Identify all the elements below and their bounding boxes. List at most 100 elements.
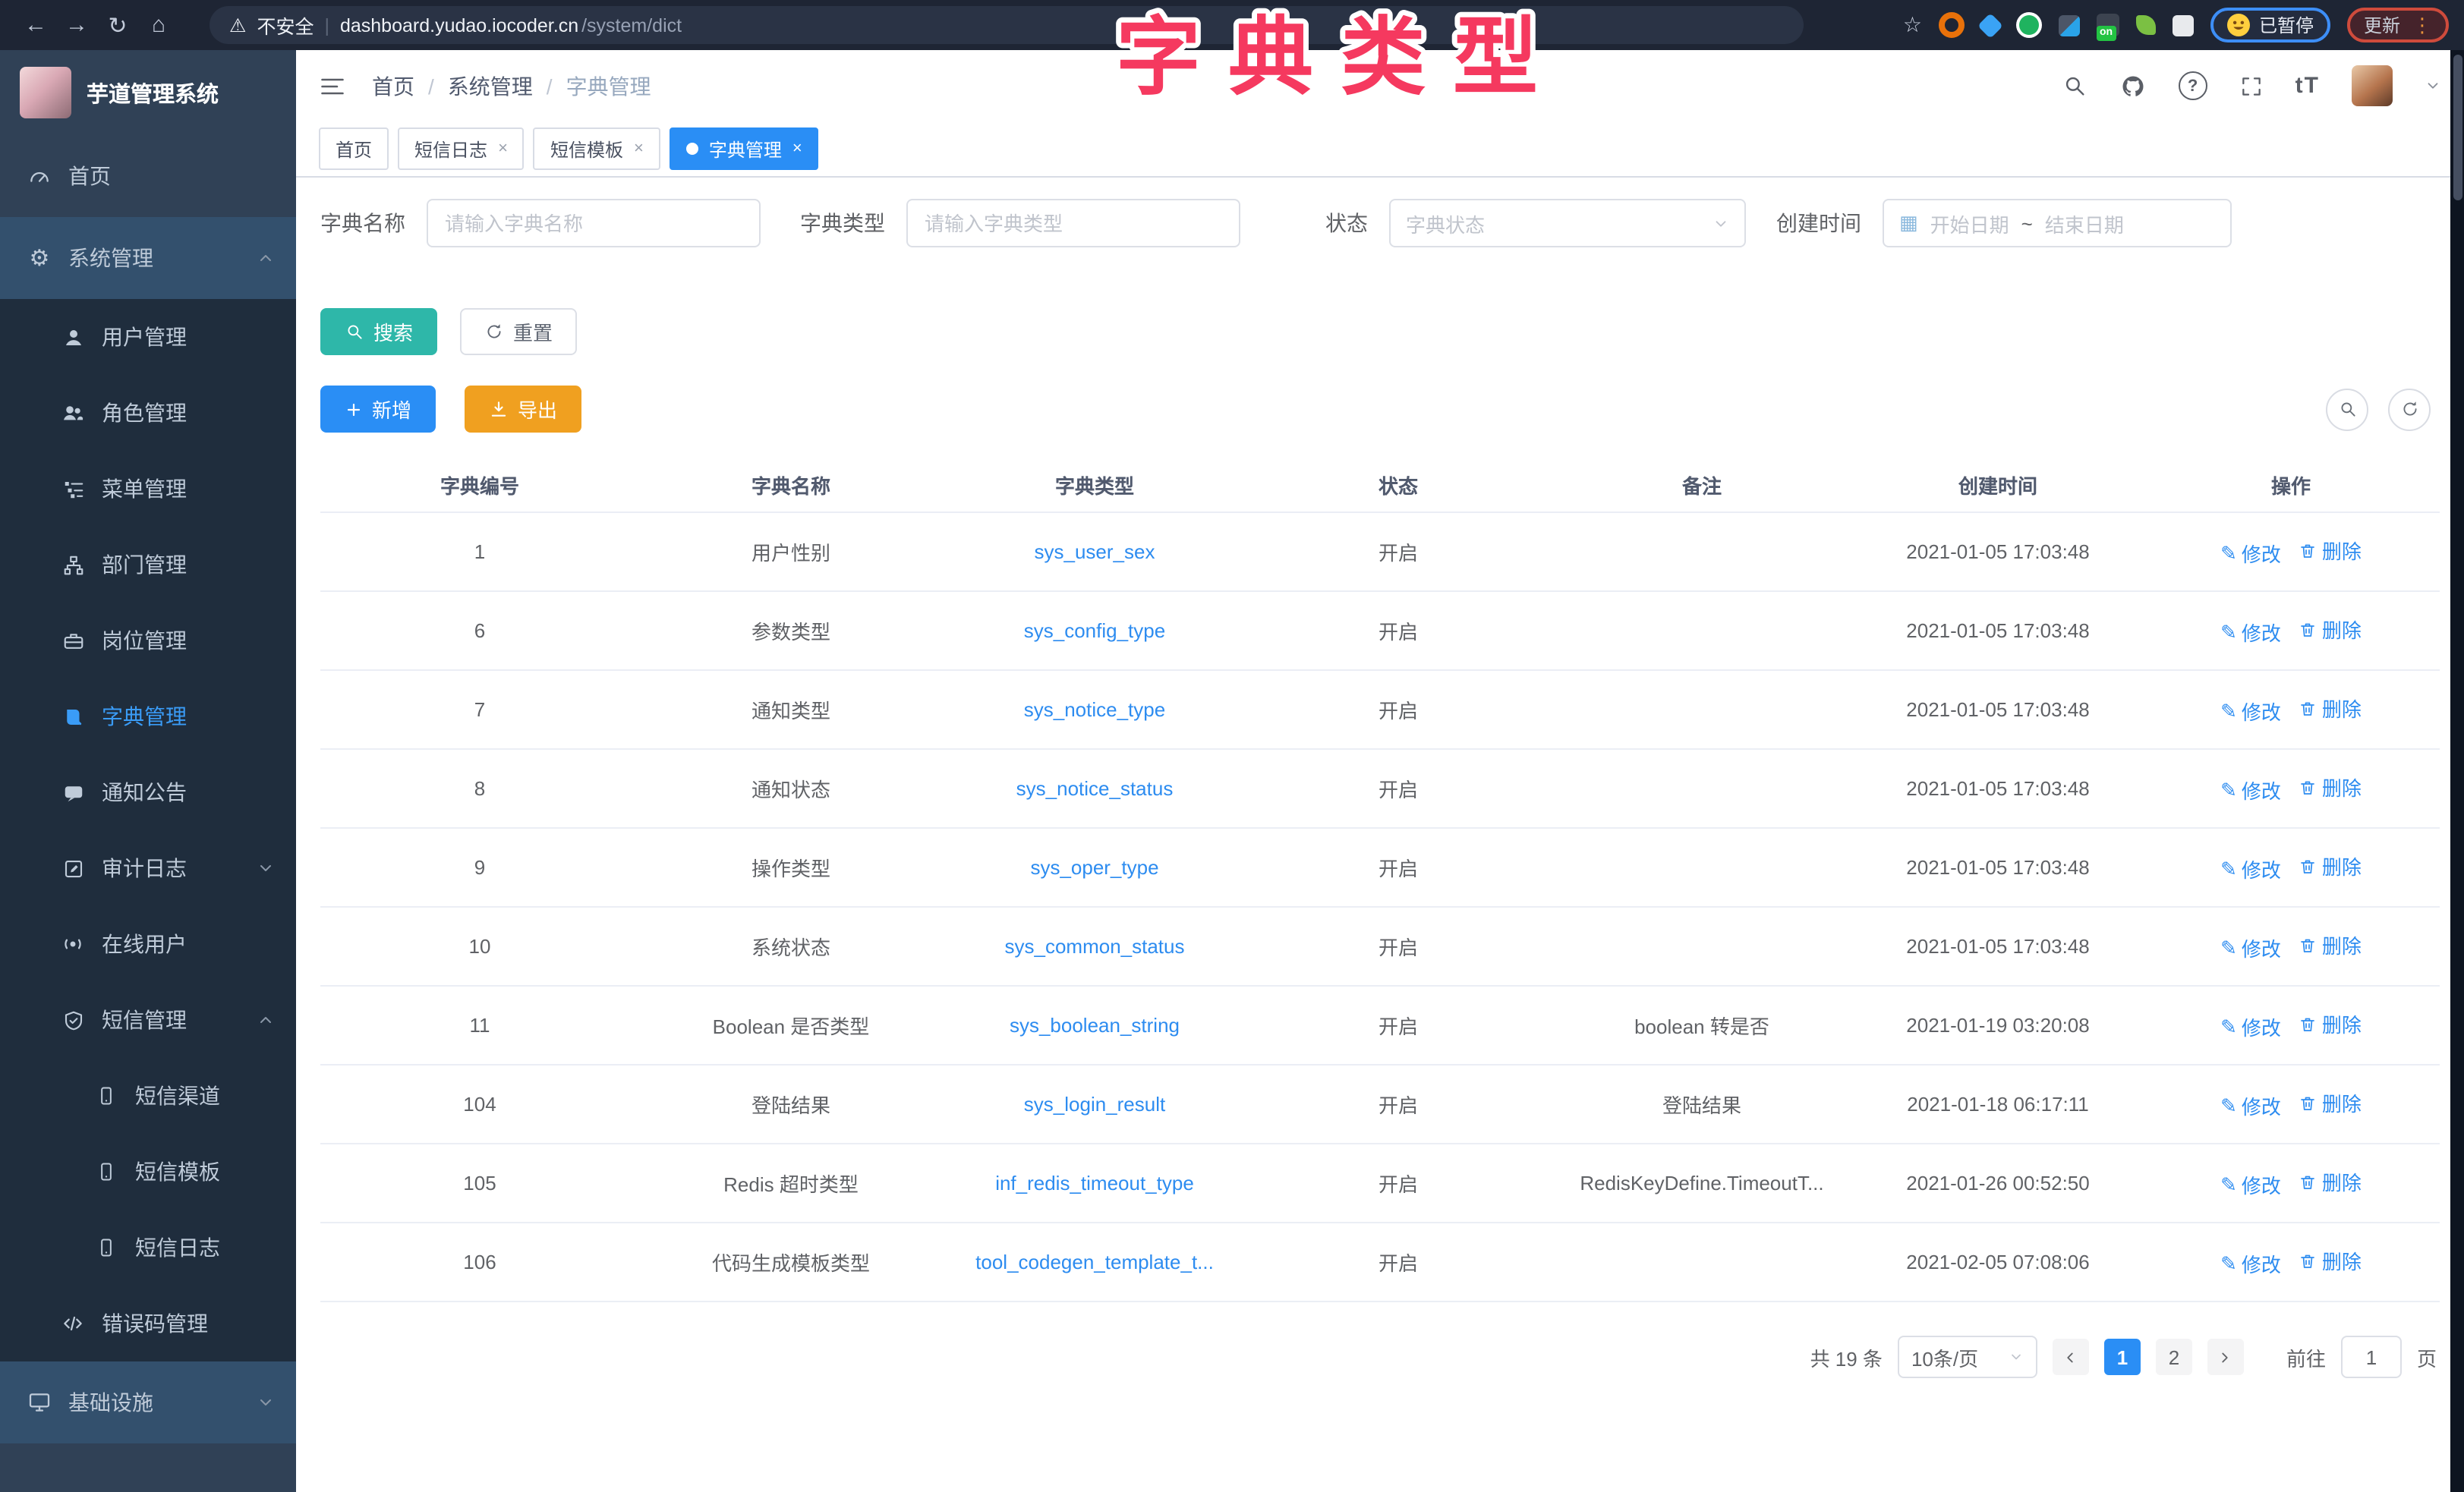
update-browser-button[interactable]: 更新 ⋮ bbox=[2347, 8, 2449, 42]
sidebar-item-error-codes[interactable]: 错误码管理 bbox=[0, 1286, 296, 1361]
extension-icon-orange[interactable] bbox=[1939, 12, 1965, 38]
goto-page-input[interactable] bbox=[2341, 1336, 2402, 1378]
dict-type-link[interactable]: sys_user_sex bbox=[1035, 540, 1155, 563]
browser-menu-dots-icon[interactable]: ⋮ bbox=[2412, 13, 2432, 37]
edit-link[interactable]: ✎修改 bbox=[2220, 1249, 2281, 1278]
bookmark-star-icon[interactable]: ☆ bbox=[1903, 12, 1922, 38]
sidebar-item-roles[interactable]: 角色管理 bbox=[0, 375, 296, 451]
breadcrumb-home[interactable]: 首页 bbox=[372, 71, 414, 101]
tab-home[interactable]: 首页 bbox=[319, 127, 389, 170]
edit-link[interactable]: ✎修改 bbox=[2220, 933, 2281, 962]
trash-icon bbox=[2299, 857, 2317, 875]
close-icon[interactable]: × bbox=[634, 140, 644, 158]
sidebar-item-dict[interactable]: 字典管理 bbox=[0, 678, 296, 754]
sidebar-item-online-users[interactable]: 在线用户 bbox=[0, 906, 296, 982]
edit-link[interactable]: ✎修改 bbox=[2220, 855, 2281, 883]
delete-link[interactable]: 删除 bbox=[2299, 773, 2362, 801]
browser-back-icon[interactable]: ← bbox=[15, 12, 56, 38]
edit-link[interactable]: ✎修改 bbox=[2220, 1170, 2281, 1199]
tab-dict-active[interactable]: 字典管理× bbox=[670, 127, 819, 170]
dict-type-link[interactable]: sys_login_result bbox=[1024, 1093, 1165, 1116]
next-page-button[interactable] bbox=[2207, 1339, 2244, 1375]
sidebar-item-sms-template[interactable]: 短信模板 bbox=[0, 1134, 296, 1210]
prev-page-button[interactable] bbox=[2053, 1339, 2089, 1375]
delete-link[interactable]: 删除 bbox=[2299, 930, 2362, 959]
delete-link[interactable]: 删除 bbox=[2299, 694, 2362, 722]
delete-link[interactable]: 删除 bbox=[2299, 1088, 2362, 1117]
extension-icon-puzzle[interactable] bbox=[2173, 14, 2194, 36]
export-button[interactable]: 导出 bbox=[465, 386, 581, 433]
browser-reload-icon[interactable]: ↻ bbox=[97, 11, 138, 39]
search-button[interactable]: 搜索 bbox=[320, 308, 437, 355]
extension-icon-blue[interactable] bbox=[1977, 12, 2003, 38]
sidebar-item-infrastructure[interactable]: 基础设施 bbox=[0, 1361, 296, 1443]
dict-type-link[interactable]: tool_codegen_template_t... bbox=[975, 1251, 1214, 1273]
dict-type-link[interactable]: sys_common_status bbox=[1005, 935, 1185, 958]
search-icon[interactable] bbox=[2062, 73, 2087, 99]
extension-icon-grid[interactable] bbox=[2059, 14, 2080, 36]
fullscreen-icon[interactable] bbox=[2239, 74, 2264, 98]
delete-link[interactable]: 删除 bbox=[2299, 1167, 2362, 1196]
status-select[interactable]: 字典状态 bbox=[1389, 199, 1746, 247]
dict-type-link[interactable]: sys_config_type bbox=[1024, 619, 1165, 642]
edit-link[interactable]: ✎修改 bbox=[2220, 776, 2281, 804]
page-size-select[interactable]: 10条/页 bbox=[1898, 1336, 2037, 1378]
browser-scrollbar[interactable] bbox=[2450, 50, 2464, 1492]
caret-down-icon[interactable] bbox=[2425, 77, 2441, 94]
table-row: 11Boolean 是否类型 sys_boolean_string 开启bool… bbox=[320, 986, 2440, 1065]
dict-type-link[interactable]: inf_redis_timeout_type bbox=[995, 1172, 1194, 1195]
dict-type-link[interactable]: sys_notice_type bbox=[1024, 698, 1165, 721]
tab-sms-log[interactable]: 短信日志× bbox=[398, 127, 525, 170]
sidebar-item-notice[interactable]: 通知公告 bbox=[0, 754, 296, 830]
table-refresh-button[interactable] bbox=[2388, 388, 2431, 430]
close-icon[interactable]: × bbox=[792, 140, 802, 158]
edit-link[interactable]: ✎修改 bbox=[2220, 539, 2281, 568]
sidebar-item-sms-log[interactable]: 短信日志 bbox=[0, 1210, 296, 1286]
user-avatar[interactable] bbox=[2352, 65, 2393, 106]
reset-button[interactable]: 重置 bbox=[460, 308, 577, 355]
sidebar-item-posts[interactable]: 岗位管理 bbox=[0, 603, 296, 678]
dict-type-link[interactable]: sys_boolean_string bbox=[1010, 1014, 1180, 1037]
delete-link[interactable]: 删除 bbox=[2299, 536, 2362, 565]
extension-icon-green-circle[interactable] bbox=[2016, 12, 2042, 38]
breadcrumb-system[interactable]: 系统管理 bbox=[448, 71, 533, 101]
sidebar-item-menus[interactable]: 菜单管理 bbox=[0, 451, 296, 527]
paused-extension-badge[interactable]: 已暂停 bbox=[2210, 8, 2330, 42]
add-button[interactable]: 新增 bbox=[320, 386, 436, 433]
browser-forward-icon[interactable]: → bbox=[56, 12, 97, 38]
delete-link[interactable]: 删除 bbox=[2299, 1009, 2362, 1038]
dict-name-input[interactable] bbox=[427, 199, 761, 247]
extension-icon-on-switch[interactable]: on bbox=[2097, 14, 2119, 36]
sidebar-item-users[interactable]: 用户管理 bbox=[0, 299, 296, 375]
sidebar-item-system[interactable]: ⚙ 系统管理 bbox=[0, 217, 296, 299]
page-1-button[interactable]: 1 bbox=[2104, 1339, 2141, 1375]
hamburger-icon[interactable] bbox=[319, 72, 346, 99]
close-icon[interactable]: × bbox=[498, 140, 508, 158]
date-range-picker[interactable]: ▦ 开始日期 ~ 结束日期 bbox=[1883, 199, 2232, 247]
page-2-button[interactable]: 2 bbox=[2156, 1339, 2192, 1375]
dict-type-input[interactable] bbox=[906, 199, 1240, 247]
sidebar-item-home[interactable]: 首页 bbox=[0, 135, 296, 217]
edit-link[interactable]: ✎修改 bbox=[2220, 618, 2281, 647]
sidebar-item-sms-channel[interactable]: 短信渠道 bbox=[0, 1058, 296, 1134]
tab-sms-template[interactable]: 短信模板× bbox=[534, 127, 660, 170]
edit-link[interactable]: ✎修改 bbox=[2220, 697, 2281, 726]
delete-link[interactable]: 删除 bbox=[2299, 851, 2362, 880]
delete-link[interactable]: 删除 bbox=[2299, 615, 2362, 644]
edit-link[interactable]: ✎修改 bbox=[2220, 1012, 2281, 1041]
sidebar-item-audit-log[interactable]: 审计日志 bbox=[0, 830, 296, 906]
browser-home-icon[interactable]: ⌂ bbox=[138, 12, 179, 38]
scrollbar-thumb[interactable] bbox=[2453, 55, 2462, 200]
dict-type-link[interactable]: sys_notice_status bbox=[1016, 777, 1174, 800]
sidebar-item-departments[interactable]: 部门管理 bbox=[0, 527, 296, 603]
table-search-toggle-button[interactable] bbox=[2326, 388, 2368, 430]
address-bar[interactable]: ⚠ 不安全 | dashboard.yudao.iocoder.cn/syste… bbox=[210, 6, 1804, 44]
edit-link[interactable]: ✎修改 bbox=[2220, 1091, 2281, 1120]
dict-type-link[interactable]: sys_oper_type bbox=[1030, 856, 1158, 879]
sidebar-item-sms[interactable]: 短信管理 bbox=[0, 982, 296, 1058]
font-size-icon[interactable]: tT bbox=[2295, 73, 2320, 99]
delete-link[interactable]: 删除 bbox=[2299, 1246, 2362, 1275]
help-icon[interactable]: ? bbox=[2179, 71, 2207, 100]
extension-icon-leaf[interactable] bbox=[2136, 15, 2156, 35]
github-icon[interactable] bbox=[2119, 72, 2147, 99]
